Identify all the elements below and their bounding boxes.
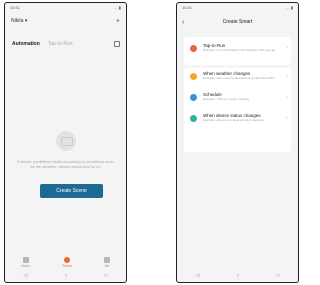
option-description: Example: 7:00 a.m. every morning xyxy=(203,97,249,101)
empty-state-text: Execute predefined tasks according to co… xyxy=(17,159,114,169)
status-icons: … ▮ xyxy=(285,5,293,10)
back-nav-icon[interactable]: ◁ xyxy=(196,273,200,279)
back-icon[interactable]: ‹ xyxy=(182,19,192,26)
nav-scene-label: Scene xyxy=(62,264,73,268)
option-weather-changes[interactable]: When weather changes Example: when local… xyxy=(184,68,291,89)
recents-nav-icon[interactable]: □ xyxy=(104,273,107,279)
device-status-icon xyxy=(190,115,197,122)
system-nav: ◁ ○ □ xyxy=(177,272,298,280)
option-description: Example: when an unusual activity is det… xyxy=(203,118,265,122)
chevron-right-icon: › xyxy=(286,45,288,51)
tab-automation[interactable]: Automation xyxy=(12,41,40,47)
back-nav-icon[interactable]: ◁ xyxy=(24,273,28,279)
home-header: Nikita ▾ + xyxy=(11,17,120,25)
clock-icon xyxy=(190,94,197,101)
scene-screen: 10:41 … ▮ Nikita ▾ + Automation Tap-to-R… xyxy=(4,2,127,283)
status-time: 10:41 xyxy=(182,5,193,10)
page-title: Create Smart xyxy=(222,19,253,25)
chevron-right-icon: › xyxy=(286,94,288,100)
option-schedule[interactable]: Schedule Example: 7:00 a.m. every mornin… xyxy=(184,89,291,110)
option-description: Example: when local temperature is great… xyxy=(203,76,276,80)
scene-tabs: Automation Tap-to-Run xyxy=(12,40,120,48)
nav-scene[interactable]: Scene xyxy=(62,257,72,268)
status-icons: … ▮ xyxy=(113,5,121,10)
page-header: ‹ Create Smart xyxy=(182,17,293,27)
home-selector[interactable]: Nikita ▾ xyxy=(11,18,27,24)
nav-me-label: Me xyxy=(104,264,110,268)
status-time: 10:41 xyxy=(10,5,21,10)
tap-to-run-card: Tap-to-Run Example: turn off all lights … xyxy=(184,37,291,65)
bottom-nav: Home Scene Me xyxy=(5,257,126,273)
nav-home[interactable]: Home xyxy=(21,257,30,268)
option-description: Example: turn off all lights in the bedr… xyxy=(203,48,276,52)
home-icon xyxy=(22,257,29,263)
add-icon[interactable]: + xyxy=(116,18,120,25)
system-nav: ◁ ○ □ xyxy=(5,272,126,280)
home-nav-icon[interactable]: ○ xyxy=(64,273,67,279)
recents-nav-icon[interactable]: □ xyxy=(276,273,279,279)
option-tap-to-run[interactable]: Tap-to-Run Example: turn off all lights … xyxy=(184,37,291,65)
tab-tap-to-run[interactable]: Tap-to-Run xyxy=(48,41,73,47)
scene-icon xyxy=(64,257,71,263)
nav-home-label: Home xyxy=(20,264,31,268)
profile-icon xyxy=(104,257,111,263)
status-bar: 10:41 … ▮ xyxy=(10,5,121,12)
empty-state-icon xyxy=(55,131,76,151)
option-device-status-changes[interactable]: When device status changes Example: when… xyxy=(184,110,291,131)
hand-tap-icon xyxy=(190,45,197,52)
create-smart-screen: 10:41 … ▮ ‹ Create Smart Tap-to-Run Exam… xyxy=(176,2,299,283)
home-nav-icon[interactable]: ○ xyxy=(236,273,239,279)
automation-options-card: When weather changes Example: when local… xyxy=(184,68,291,152)
create-scene-button[interactable]: Create Scene xyxy=(40,184,103,198)
status-bar: 10:41 … ▮ xyxy=(182,5,293,12)
nav-me[interactable]: Me xyxy=(104,257,111,268)
chevron-right-icon: › xyxy=(286,73,288,79)
calendar-icon[interactable] xyxy=(114,41,120,47)
weather-icon xyxy=(190,73,197,80)
chevron-right-icon: › xyxy=(286,115,288,121)
